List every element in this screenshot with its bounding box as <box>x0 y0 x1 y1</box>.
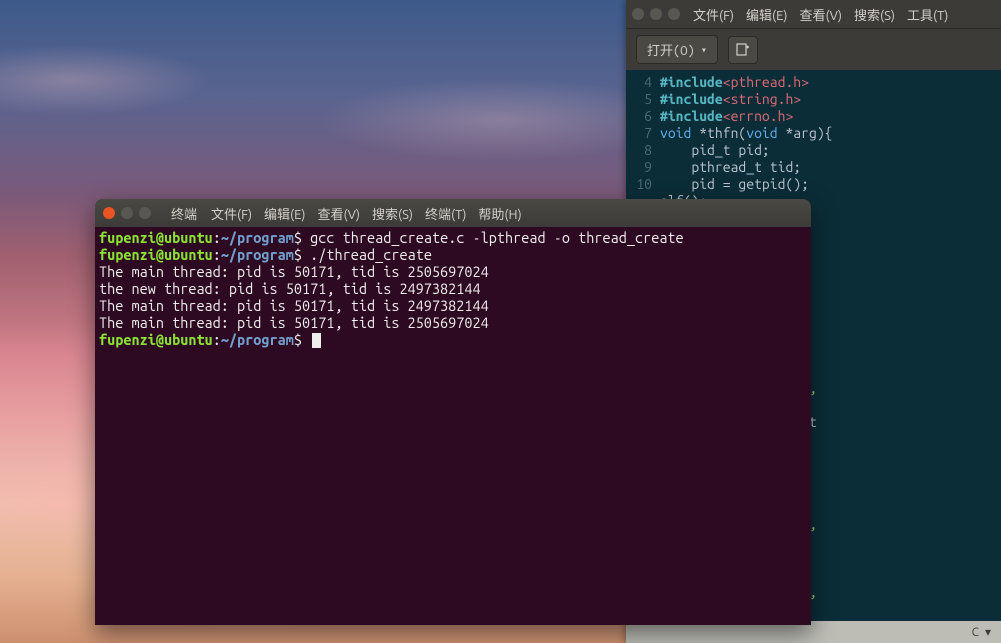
terminal-window-controls <box>103 207 151 219</box>
terminal-line: The main thread: pid is 50171, tid is 25… <box>99 263 807 280</box>
terminal-title: 终端 <box>171 204 197 223</box>
terminal-titlebar[interactable]: 终端 文件(F) 编辑(E) 查看(V) 搜索(S) 终端(T) 帮助(H) <box>95 199 811 227</box>
terminal-line: fupenzi@ubuntu:~/program$ <box>99 331 807 348</box>
terminal-line: The main thread: pid is 50171, tid is 25… <box>99 314 807 331</box>
menu-edit[interactable]: 编辑(E) <box>260 204 309 223</box>
terminal-cursor <box>312 333 321 348</box>
terminal-body[interactable]: fupenzi@ubuntu:~/program$ gcc thread_cre… <box>95 227 811 625</box>
editor-titlebar[interactable]: 文件(F) 编辑(E) 查看(V) 搜索(S) 工具(T) <box>626 0 1001 28</box>
editor-window-controls <box>632 8 680 20</box>
open-button-label: 打开(O) <box>647 40 695 59</box>
menu-edit[interactable]: 编辑(E) <box>743 5 790 24</box>
menu-help[interactable]: 帮助(H) <box>474 204 525 223</box>
menu-tools[interactable]: 工具(T) <box>904 5 951 24</box>
new-tab-icon <box>736 43 750 57</box>
open-button[interactable]: 打开(O) <box>636 35 718 64</box>
editor-toolbar: 打开(O) <box>626 28 1001 70</box>
terminal-line: fupenzi@ubuntu:~/program$ gcc thread_cre… <box>99 229 807 246</box>
maximize-icon[interactable] <box>668 8 680 20</box>
terminal-menubar: 文件(F) 编辑(E) 查看(V) 搜索(S) 终端(T) 帮助(H) <box>207 204 526 223</box>
new-tab-button[interactable] <box>728 36 758 64</box>
menu-search[interactable]: 搜索(S) <box>368 204 417 223</box>
terminal-window: 终端 文件(F) 编辑(E) 查看(V) 搜索(S) 终端(T) 帮助(H) f… <box>95 199 811 625</box>
menu-file[interactable]: 文件(F) <box>207 204 256 223</box>
terminal-line: the new thread: pid is 50171, tid is 249… <box>99 280 807 297</box>
close-icon[interactable] <box>632 8 644 20</box>
close-icon[interactable] <box>103 207 115 219</box>
terminal-line: The main thread: pid is 50171, tid is 24… <box>99 297 807 314</box>
status-language[interactable]: C <box>972 626 979 639</box>
maximize-icon[interactable] <box>139 207 151 219</box>
chevron-down-icon: ▾ <box>985 625 991 639</box>
terminal-line: fupenzi@ubuntu:~/program$ ./thread_creat… <box>99 246 807 263</box>
menu-view[interactable]: 查看(V) <box>314 204 364 223</box>
menu-view[interactable]: 查看(V) <box>797 5 845 24</box>
menu-file[interactable]: 文件(F) <box>690 5 737 24</box>
menu-terminal[interactable]: 终端(T) <box>421 204 470 223</box>
menu-search[interactable]: 搜索(S) <box>851 5 898 24</box>
minimize-icon[interactable] <box>121 207 133 219</box>
minimize-icon[interactable] <box>650 8 662 20</box>
editor-menubar: 文件(F) 编辑(E) 查看(V) 搜索(S) 工具(T) <box>690 5 951 24</box>
